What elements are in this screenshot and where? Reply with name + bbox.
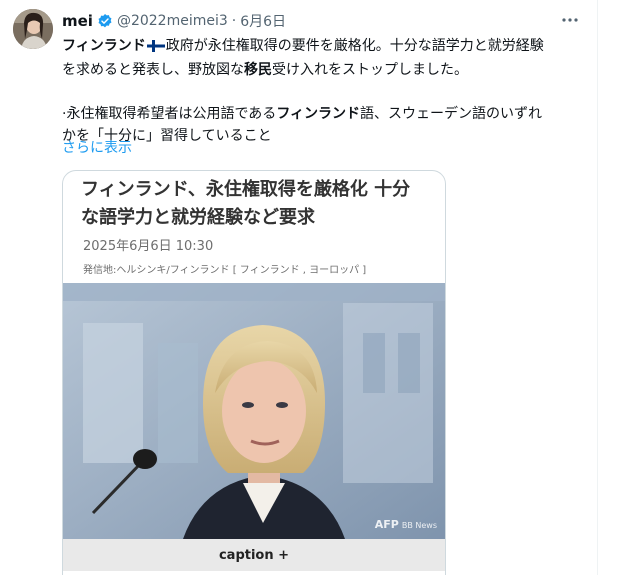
display-name[interactable]: mei: [62, 12, 93, 30]
article-source: 発信地:ヘルシンキ/フィンランド [ フィンランド , ヨーロッパ ]: [83, 265, 367, 276]
tweet-text-line-2: を求めると発表し、野放図な移民受け入れをストップしました。: [62, 59, 590, 81]
tweet-text-line-1-rest: 政府が永住権取得の要件を厳格化。十分な語学力と就労経験: [165, 38, 544, 54]
separator-dot: ·: [231, 13, 237, 29]
bold-word-finland: フィンランド: [276, 106, 361, 122]
tweet-text-line-4-b: 語、スウェーデン語のいずれ: [360, 106, 543, 122]
more-options-icon[interactable]: [558, 10, 582, 30]
finland-flag-icon: [146, 37, 165, 59]
article-photo[interactable]: AFP BB News: [63, 283, 445, 539]
tweet-header: mei @2022meimei3 · 6月6日: [62, 10, 286, 32]
article-card[interactable]: フィンランド、永住権取得を厳格化 十分 な語学力と就労経験など要求 2025年6…: [62, 170, 446, 575]
photo-credit: AFP BB News: [375, 518, 437, 531]
tweet-text-line-2-a: を求めると発表し、野放図な: [62, 62, 244, 78]
tweet-text-line-1: フィンランド 政府が永住権取得の要件を厳格化。十分な語学力と就労経験: [62, 35, 590, 59]
column-divider: [597, 0, 598, 575]
avatar[interactable]: [13, 9, 53, 49]
tweet-text-line-5: かを「十分に」習得していること: [62, 128, 272, 144]
hashtag-finland: フィンランド: [62, 38, 146, 54]
tweet-text-line-4: ·永住権取得希望者は公用語であるフィンランド語、スウェーデン語のいずれ: [62, 103, 590, 125]
article-title: フィンランド、永住権取得を厳格化 十分 な語学力と就労経験など要求: [81, 176, 431, 232]
tweet-view: mei @2022meimei3 · 6月6日 フィンランド 政府が永住権取得の要…: [0, 0, 625, 575]
article-date: 2025年6月6日 10:30: [83, 239, 214, 254]
article-title-line-1: フィンランド、永住権取得を厳格化 十分: [81, 179, 411, 200]
photo-credit-small: BB News: [401, 521, 437, 530]
show-more-link[interactable]: さらに表示: [62, 138, 132, 158]
photo-credit-afp: AFP: [374, 518, 399, 531]
verified-badge-icon: [97, 13, 113, 29]
avatar-image: [13, 9, 53, 49]
tweet-text-line-2-b: 受け入れをストップしました。: [272, 62, 468, 78]
tweet-text: フィンランド 政府が永住権取得の要件を厳格化。十分な語学力と就労経験 を求めると発…: [62, 35, 590, 147]
tweet-text-line-4-a: ·永住権取得希望者は公用語である: [62, 106, 277, 122]
photo-image: [63, 283, 445, 539]
tweet-date[interactable]: 6月6日: [240, 11, 286, 31]
article-title-line-2: な語学力と就労経験など要求: [81, 207, 315, 228]
caption-toggle[interactable]: caption +: [63, 539, 445, 571]
handle[interactable]: @2022meimei3: [117, 13, 228, 29]
bold-word-immigrant: 移民: [244, 62, 272, 78]
